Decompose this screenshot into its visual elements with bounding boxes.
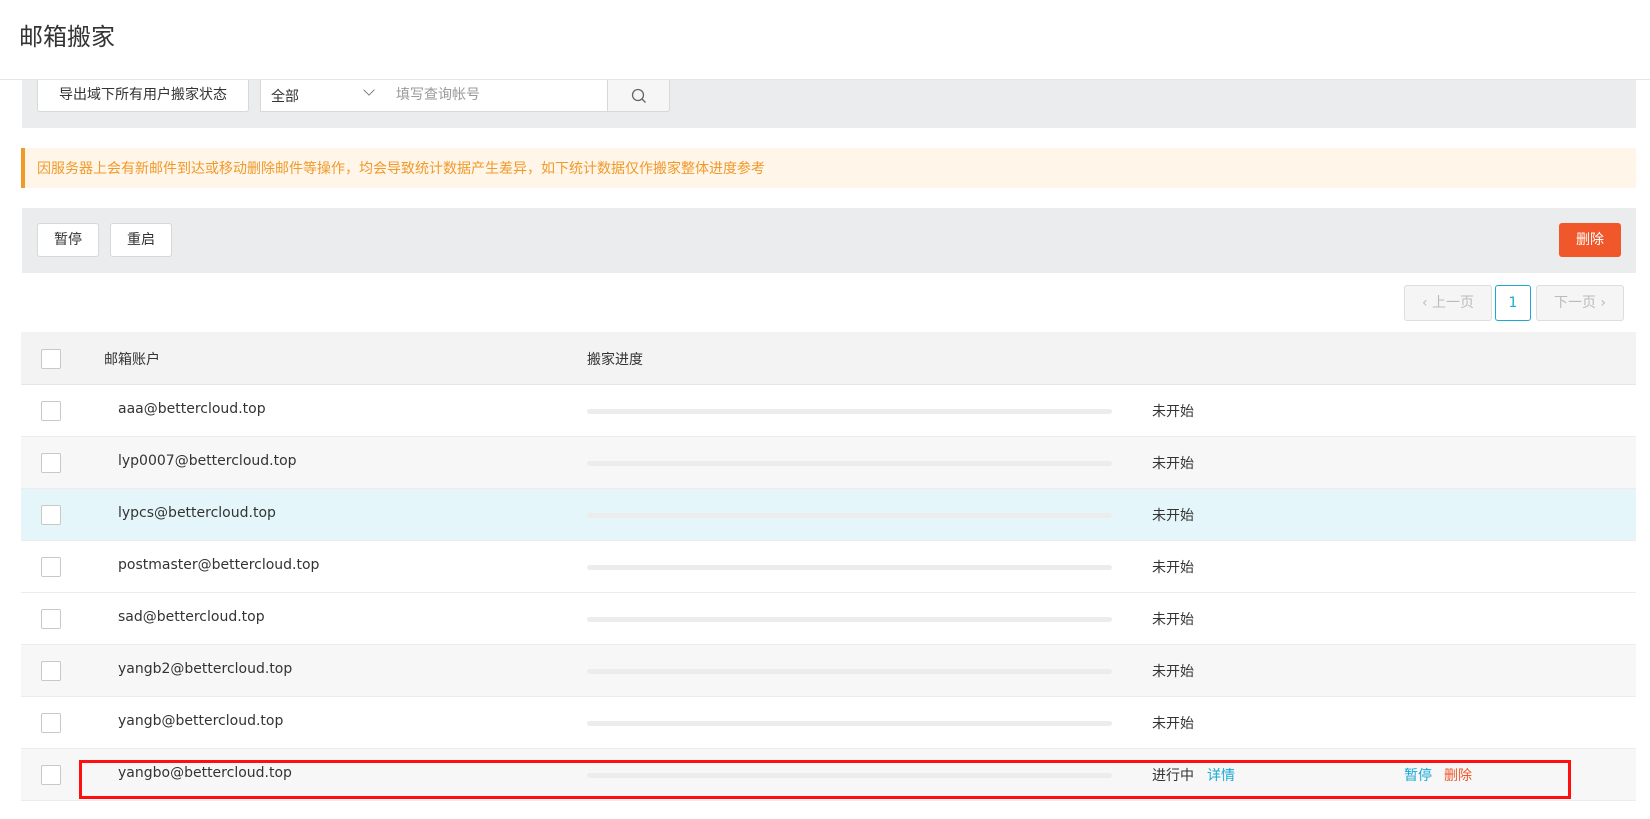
table-header: 邮箱账户 搬家进度 bbox=[21, 332, 1636, 385]
page-number-button[interactable]: 1 bbox=[1495, 285, 1531, 321]
progress-bar bbox=[587, 565, 1112, 570]
prev-page-button[interactable]: ‹ 上一页 bbox=[1404, 285, 1492, 321]
progress-bar bbox=[587, 617, 1112, 622]
notice-text: 因服务器上会有新邮件到达或移动删除邮件等操作，均会导致统计数据产生差异，如下统计… bbox=[37, 161, 765, 177]
status-filter-select[interactable]: 全部 bbox=[260, 80, 387, 112]
status-text: 未开始 bbox=[1152, 508, 1194, 524]
row-checkbox[interactable] bbox=[41, 661, 61, 681]
row-checkbox[interactable] bbox=[41, 505, 61, 525]
account-email: sad@bettercloud.top bbox=[118, 609, 265, 625]
status-text: 未开始 bbox=[1152, 560, 1194, 576]
row-checkbox[interactable] bbox=[41, 609, 61, 629]
table-row[interactable]: lypcs@bettercloud.top 未开始 bbox=[21, 489, 1636, 541]
page-header: 邮箱搬家 bbox=[0, 0, 1650, 80]
account-email: lypcs@bettercloud.top bbox=[118, 505, 276, 521]
next-page-button[interactable]: 下一页 › bbox=[1536, 285, 1624, 321]
page-title: 邮箱搬家 bbox=[19, 23, 115, 51]
status-text: 未开始 bbox=[1152, 404, 1194, 420]
search-icon bbox=[631, 88, 646, 103]
table-row[interactable]: yangb@bettercloud.top 未开始 bbox=[21, 697, 1636, 749]
progress-bar bbox=[587, 461, 1112, 466]
account-email: lyp0007@bettercloud.top bbox=[118, 453, 297, 469]
status-text: 未开始 bbox=[1152, 716, 1194, 732]
progress-bar bbox=[587, 669, 1112, 674]
row-checkbox[interactable] bbox=[41, 713, 61, 733]
chevron-down-icon bbox=[363, 84, 375, 96]
account-search-input[interactable]: 填写查询帐号 bbox=[386, 80, 608, 112]
export-status-button[interactable]: 导出域下所有用户搬家状态 bbox=[37, 80, 249, 112]
progress-bar bbox=[587, 409, 1112, 414]
account-email: yangb@bettercloud.top bbox=[118, 713, 284, 729]
account-email: aaa@bettercloud.top bbox=[118, 401, 266, 417]
delete-button[interactable]: 删除 bbox=[1559, 223, 1621, 257]
table-row[interactable]: postmaster@bettercloud.top 未开始 bbox=[21, 541, 1636, 593]
status-filter-value: 全部 bbox=[271, 89, 299, 105]
status-text: 未开始 bbox=[1152, 664, 1194, 680]
row-checkbox[interactable] bbox=[41, 401, 61, 421]
table-row[interactable]: aaa@bettercloud.top 未开始 bbox=[21, 385, 1636, 437]
row-pause-link[interactable]: 暂停 bbox=[1404, 765, 1432, 785]
table-row[interactable]: yangb2@bettercloud.top 未开始 bbox=[21, 645, 1636, 697]
row-checkbox[interactable] bbox=[41, 765, 61, 785]
progress-bar bbox=[587, 513, 1112, 518]
action-toolbar: 暂停 重启 删除 bbox=[22, 208, 1636, 273]
table-row[interactable]: lyp0007@bettercloud.top 未开始 bbox=[21, 437, 1636, 489]
filter-toolbar: 导出域下所有用户搬家状态 全部 填写查询帐号 bbox=[22, 80, 1636, 128]
status-text: 进行中 bbox=[1152, 768, 1194, 784]
progress-column-header: 搬家进度 bbox=[587, 352, 643, 368]
search-button[interactable] bbox=[608, 80, 670, 112]
status-text: 未开始 bbox=[1152, 456, 1194, 472]
status-text: 未开始 bbox=[1152, 612, 1194, 628]
account-email: postmaster@bettercloud.top bbox=[118, 557, 320, 573]
detail-link[interactable]: 详情 bbox=[1207, 765, 1235, 785]
select-all-checkbox[interactable] bbox=[41, 349, 61, 369]
row-checkbox[interactable] bbox=[41, 453, 61, 473]
restart-button[interactable]: 重启 bbox=[110, 223, 172, 257]
progress-bar bbox=[587, 773, 1112, 778]
table-row[interactable]: yangbo@bettercloud.top 进行中 详情 暂停 删除 bbox=[21, 749, 1636, 801]
table-row[interactable]: sad@bettercloud.top 未开始 bbox=[21, 593, 1636, 645]
row-checkbox[interactable] bbox=[41, 557, 61, 577]
account-column-header: 邮箱账户 bbox=[104, 352, 160, 368]
notice-banner: 因服务器上会有新邮件到达或移动删除邮件等操作，均会导致统计数据产生差异，如下统计… bbox=[21, 148, 1636, 188]
progress-bar bbox=[587, 721, 1112, 726]
account-email: yangb2@bettercloud.top bbox=[118, 661, 293, 677]
row-delete-link[interactable]: 删除 bbox=[1444, 765, 1472, 785]
pause-button[interactable]: 暂停 bbox=[37, 223, 99, 257]
account-email: yangbo@bettercloud.top bbox=[118, 765, 292, 781]
migration-table: 邮箱账户 搬家进度 aaa@bettercloud.top 未开始 lyp000… bbox=[21, 332, 1636, 801]
